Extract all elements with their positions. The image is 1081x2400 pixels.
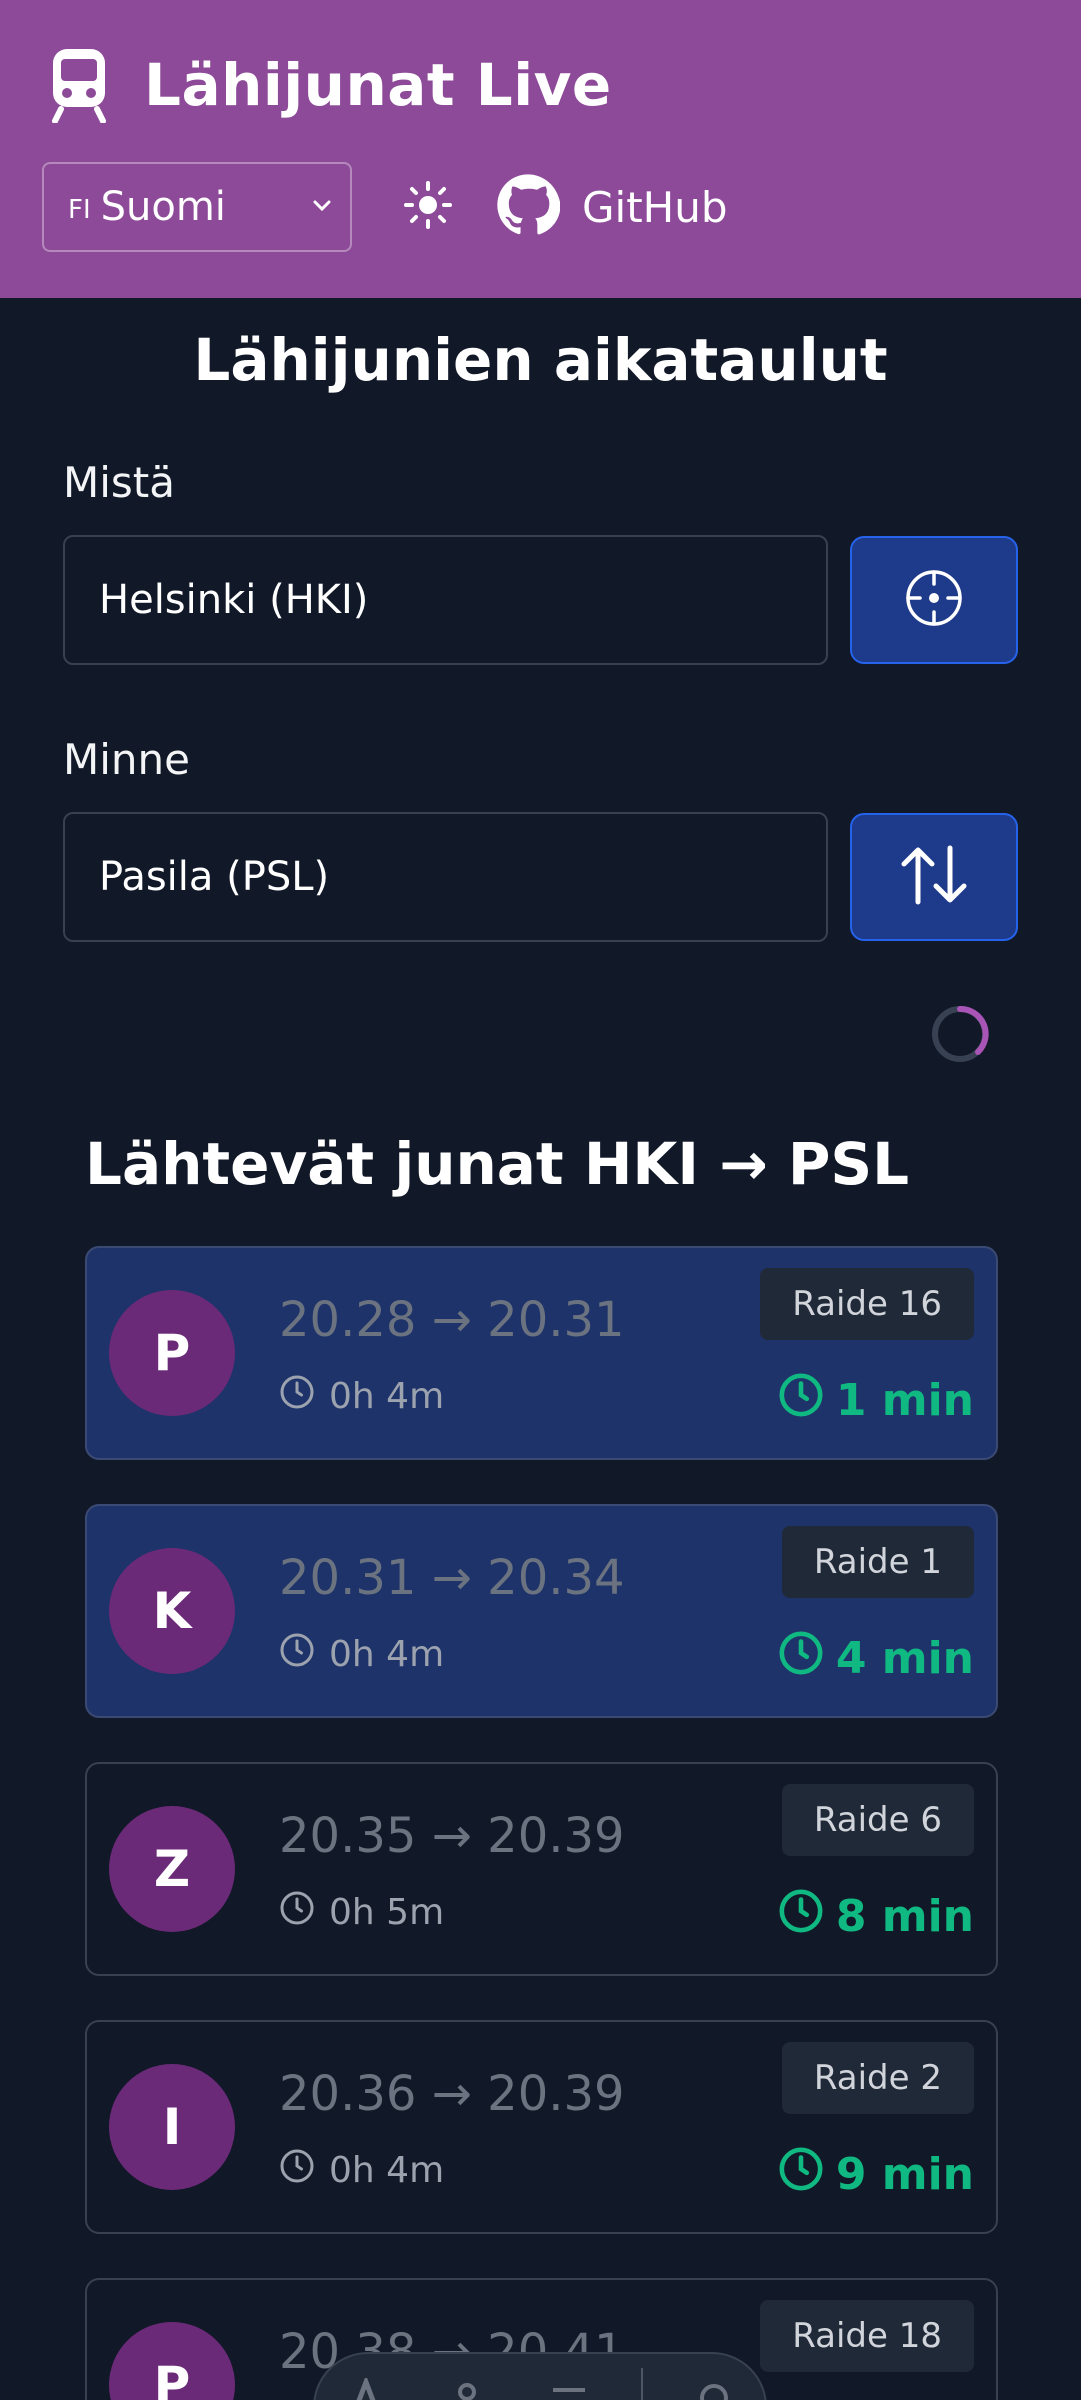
duration-text: 0h 4m	[329, 2150, 445, 2191]
main-content: Lähijunien aikataulut Mistä Helsinki (HK…	[0, 326, 1081, 2400]
trip-duration: 0h 5m	[279, 1890, 444, 1935]
clock-icon	[778, 1888, 836, 1945]
trip-duration: 0h 4m	[279, 1374, 444, 1419]
from-row: Helsinki (HKI)	[63, 535, 1018, 665]
departure-countdown: 8 min	[778, 1888, 974, 1945]
settings-icon[interactable]	[684, 2368, 744, 2400]
swap-stations-button[interactable]	[850, 813, 1018, 941]
train-card[interactable]: K 20.31 → 20.34 0h 4m Raide 1 4 min	[85, 1504, 998, 1718]
arrival-time: 20.39	[487, 1808, 625, 1864]
departure-time: 20.28	[279, 1292, 417, 1348]
train-times: 20.28 → 20.31	[279, 1292, 625, 1348]
header-controls: FI Suomi GitHub	[42, 162, 1039, 252]
track-badge: Raide 18	[760, 2300, 974, 2372]
loading-row	[63, 1004, 1018, 1100]
line-badge: K	[109, 1548, 235, 1674]
share-icon[interactable]	[437, 2368, 497, 2400]
departure-time: 20.36	[279, 2066, 417, 2122]
language-code: FI	[68, 195, 91, 225]
train-times: 20.35 → 20.39	[279, 1808, 625, 1864]
clock-icon	[778, 2146, 836, 2203]
track-badge: Raide 2	[781, 2042, 974, 2114]
trip-duration: 0h 4m	[279, 1632, 444, 1677]
arrow-right-icon: →	[416, 1292, 488, 1348]
clock-icon	[778, 1630, 836, 1687]
chevron-down-icon	[310, 194, 334, 222]
to-row: Pasila (PSL)	[63, 812, 1018, 942]
arrow-right-icon: →	[416, 1550, 488, 1606]
departures-title: Lähtevät junat HKI → PSL	[85, 1130, 910, 1198]
duration-text: 0h 4m	[329, 1376, 445, 1417]
brand: Lähijunat Live	[42, 40, 1039, 130]
line-badge: I	[109, 2064, 235, 2190]
track-badge: Raide 1	[781, 1526, 974, 1598]
train-card[interactable]: Z 20.35 → 20.39 0h 5m Raide 6 8 min	[85, 1762, 998, 1976]
train-times: 20.31 → 20.34	[279, 1550, 625, 1606]
toolbar-divider	[640, 2368, 643, 2400]
countdown-text: 9 min	[835, 2149, 974, 2200]
clock-icon	[279, 1374, 329, 1419]
clock-icon	[279, 1890, 329, 1935]
departure-time: 20.31	[279, 1550, 417, 1606]
countdown-text: 8 min	[835, 1891, 974, 1942]
to-label: Minne	[63, 735, 190, 784]
line-badge: P	[109, 2322, 235, 2400]
clock-icon	[279, 1632, 329, 1677]
github-label: GitHub	[582, 182, 728, 232]
duration-text: 0h 5m	[329, 1892, 445, 1933]
train-icon	[42, 45, 116, 125]
arrival-time: 20.34	[487, 1550, 625, 1606]
loading-spinner-icon	[930, 1004, 990, 1064]
train-times: 20.36 → 20.39	[279, 2066, 625, 2122]
text-size-icon[interactable]	[336, 2368, 396, 2400]
departure-time: 20.35	[279, 1808, 417, 1864]
trip-duration: 0h 4m	[279, 2148, 444, 2193]
clock-icon	[778, 1372, 836, 1429]
language-select[interactable]: FI Suomi	[42, 162, 352, 252]
crosshair-icon	[902, 566, 966, 634]
swap-arrows-icon	[896, 840, 972, 914]
sun-icon	[402, 179, 454, 235]
github-link[interactable]: GitHub	[496, 173, 728, 241]
locate-button[interactable]	[850, 536, 1018, 664]
menu-icon[interactable]	[539, 2368, 599, 2400]
arrival-time: 20.31	[487, 1292, 625, 1348]
train-card[interactable]: P 20.28 → 20.31 0h 4m Raide 16 1 min	[85, 1246, 998, 1460]
github-icon	[496, 173, 561, 241]
from-station-input[interactable]: Helsinki (HKI)	[63, 535, 829, 665]
page-title: Lähijunien aikataulut	[193, 326, 888, 394]
track-badge: Raide 6	[781, 1784, 974, 1856]
clock-icon	[279, 2148, 329, 2193]
duration-text: 0h 4m	[329, 1634, 445, 1675]
train-list: P 20.28 → 20.31 0h 4m Raide 16 1 min K 20.31 →…	[63, 1246, 998, 2400]
app-title: Lähijunat Live	[144, 51, 612, 119]
track-badge: Raide 16	[760, 1268, 974, 1340]
to-station-input[interactable]: Pasila (PSL)	[63, 812, 829, 942]
bottom-toolbar	[313, 2352, 767, 2400]
departure-countdown: 4 min	[778, 1630, 974, 1687]
train-card[interactable]: I 20.36 → 20.39 0h 4m Raide 2 9 min	[85, 2020, 998, 2234]
countdown-text: 4 min	[835, 1633, 974, 1684]
departure-countdown: 9 min	[778, 2146, 974, 2203]
countdown-text: 1 min	[835, 1375, 974, 1426]
from-label: Mistä	[63, 458, 175, 507]
arrow-right-icon: →	[416, 2066, 488, 2122]
arrow-right-icon: →	[416, 1808, 488, 1864]
arrival-time: 20.39	[487, 2066, 625, 2122]
language-name: Suomi	[100, 184, 226, 230]
app-header: Lähijunat Live FI Suomi GitHub	[0, 0, 1081, 298]
theme-toggle-button[interactable]	[398, 177, 458, 237]
departure-countdown: 1 min	[778, 1372, 974, 1429]
line-badge: P	[109, 1290, 235, 1416]
line-badge: Z	[109, 1806, 235, 1932]
